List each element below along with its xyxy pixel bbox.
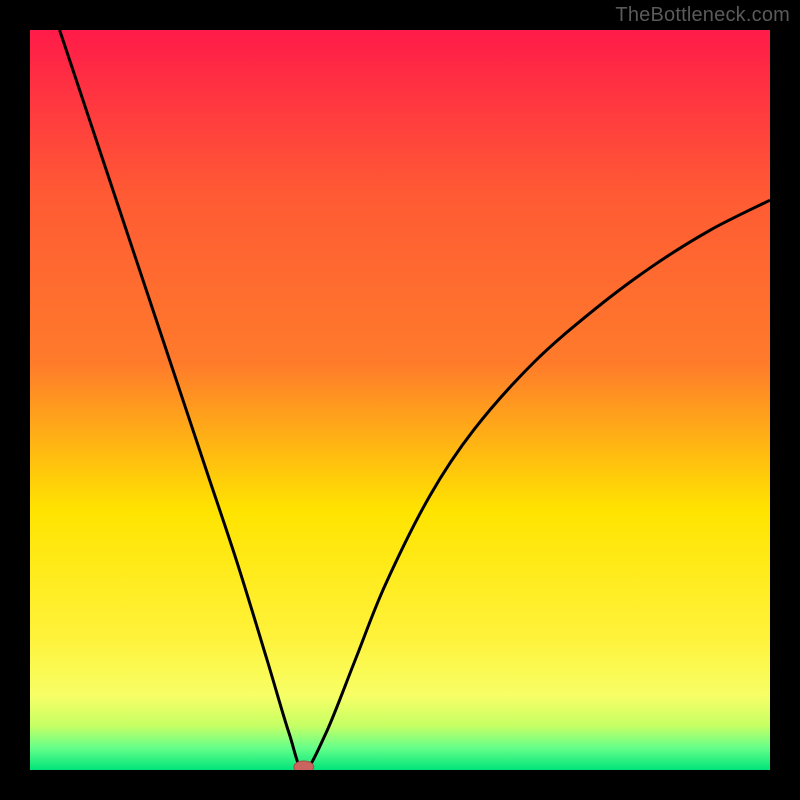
watermark-text: TheBottleneck.com xyxy=(615,4,790,27)
chart-svg xyxy=(30,30,770,770)
outer-frame: TheBottleneck.com xyxy=(0,0,800,800)
gradient-background xyxy=(30,30,770,770)
minimum-marker xyxy=(294,761,314,770)
chart-area xyxy=(30,30,770,770)
